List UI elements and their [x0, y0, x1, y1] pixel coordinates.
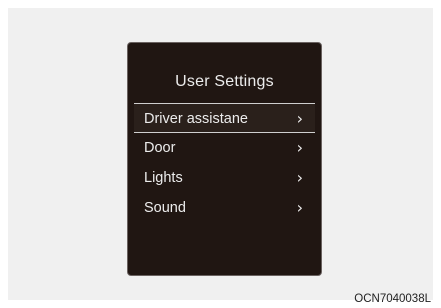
menu-item-door[interactable]: Door › [134, 133, 315, 163]
menu-item-label: Lights [144, 170, 183, 186]
settings-menu: Driver assistane › Door › Lights › Sound… [134, 103, 315, 223]
menu-item-driver-assistance[interactable]: Driver assistane › [134, 103, 315, 133]
menu-item-lights[interactable]: Lights › [134, 163, 315, 193]
menu-item-label: Sound [144, 200, 186, 216]
menu-item-label: Driver assistane [144, 111, 248, 127]
chevron-right-icon: › [296, 198, 303, 217]
figure-code: OCN7040038L [354, 293, 431, 305]
cluster-display: User Settings Driver assistane › Door › … [127, 42, 322, 276]
chevron-right-icon: › [296, 138, 303, 157]
chevron-right-icon: › [296, 109, 303, 128]
menu-item-sound[interactable]: Sound › [134, 193, 315, 223]
menu-item-label: Door [144, 140, 176, 156]
chevron-right-icon: › [296, 168, 303, 187]
screen-title: User Settings [175, 73, 274, 90]
